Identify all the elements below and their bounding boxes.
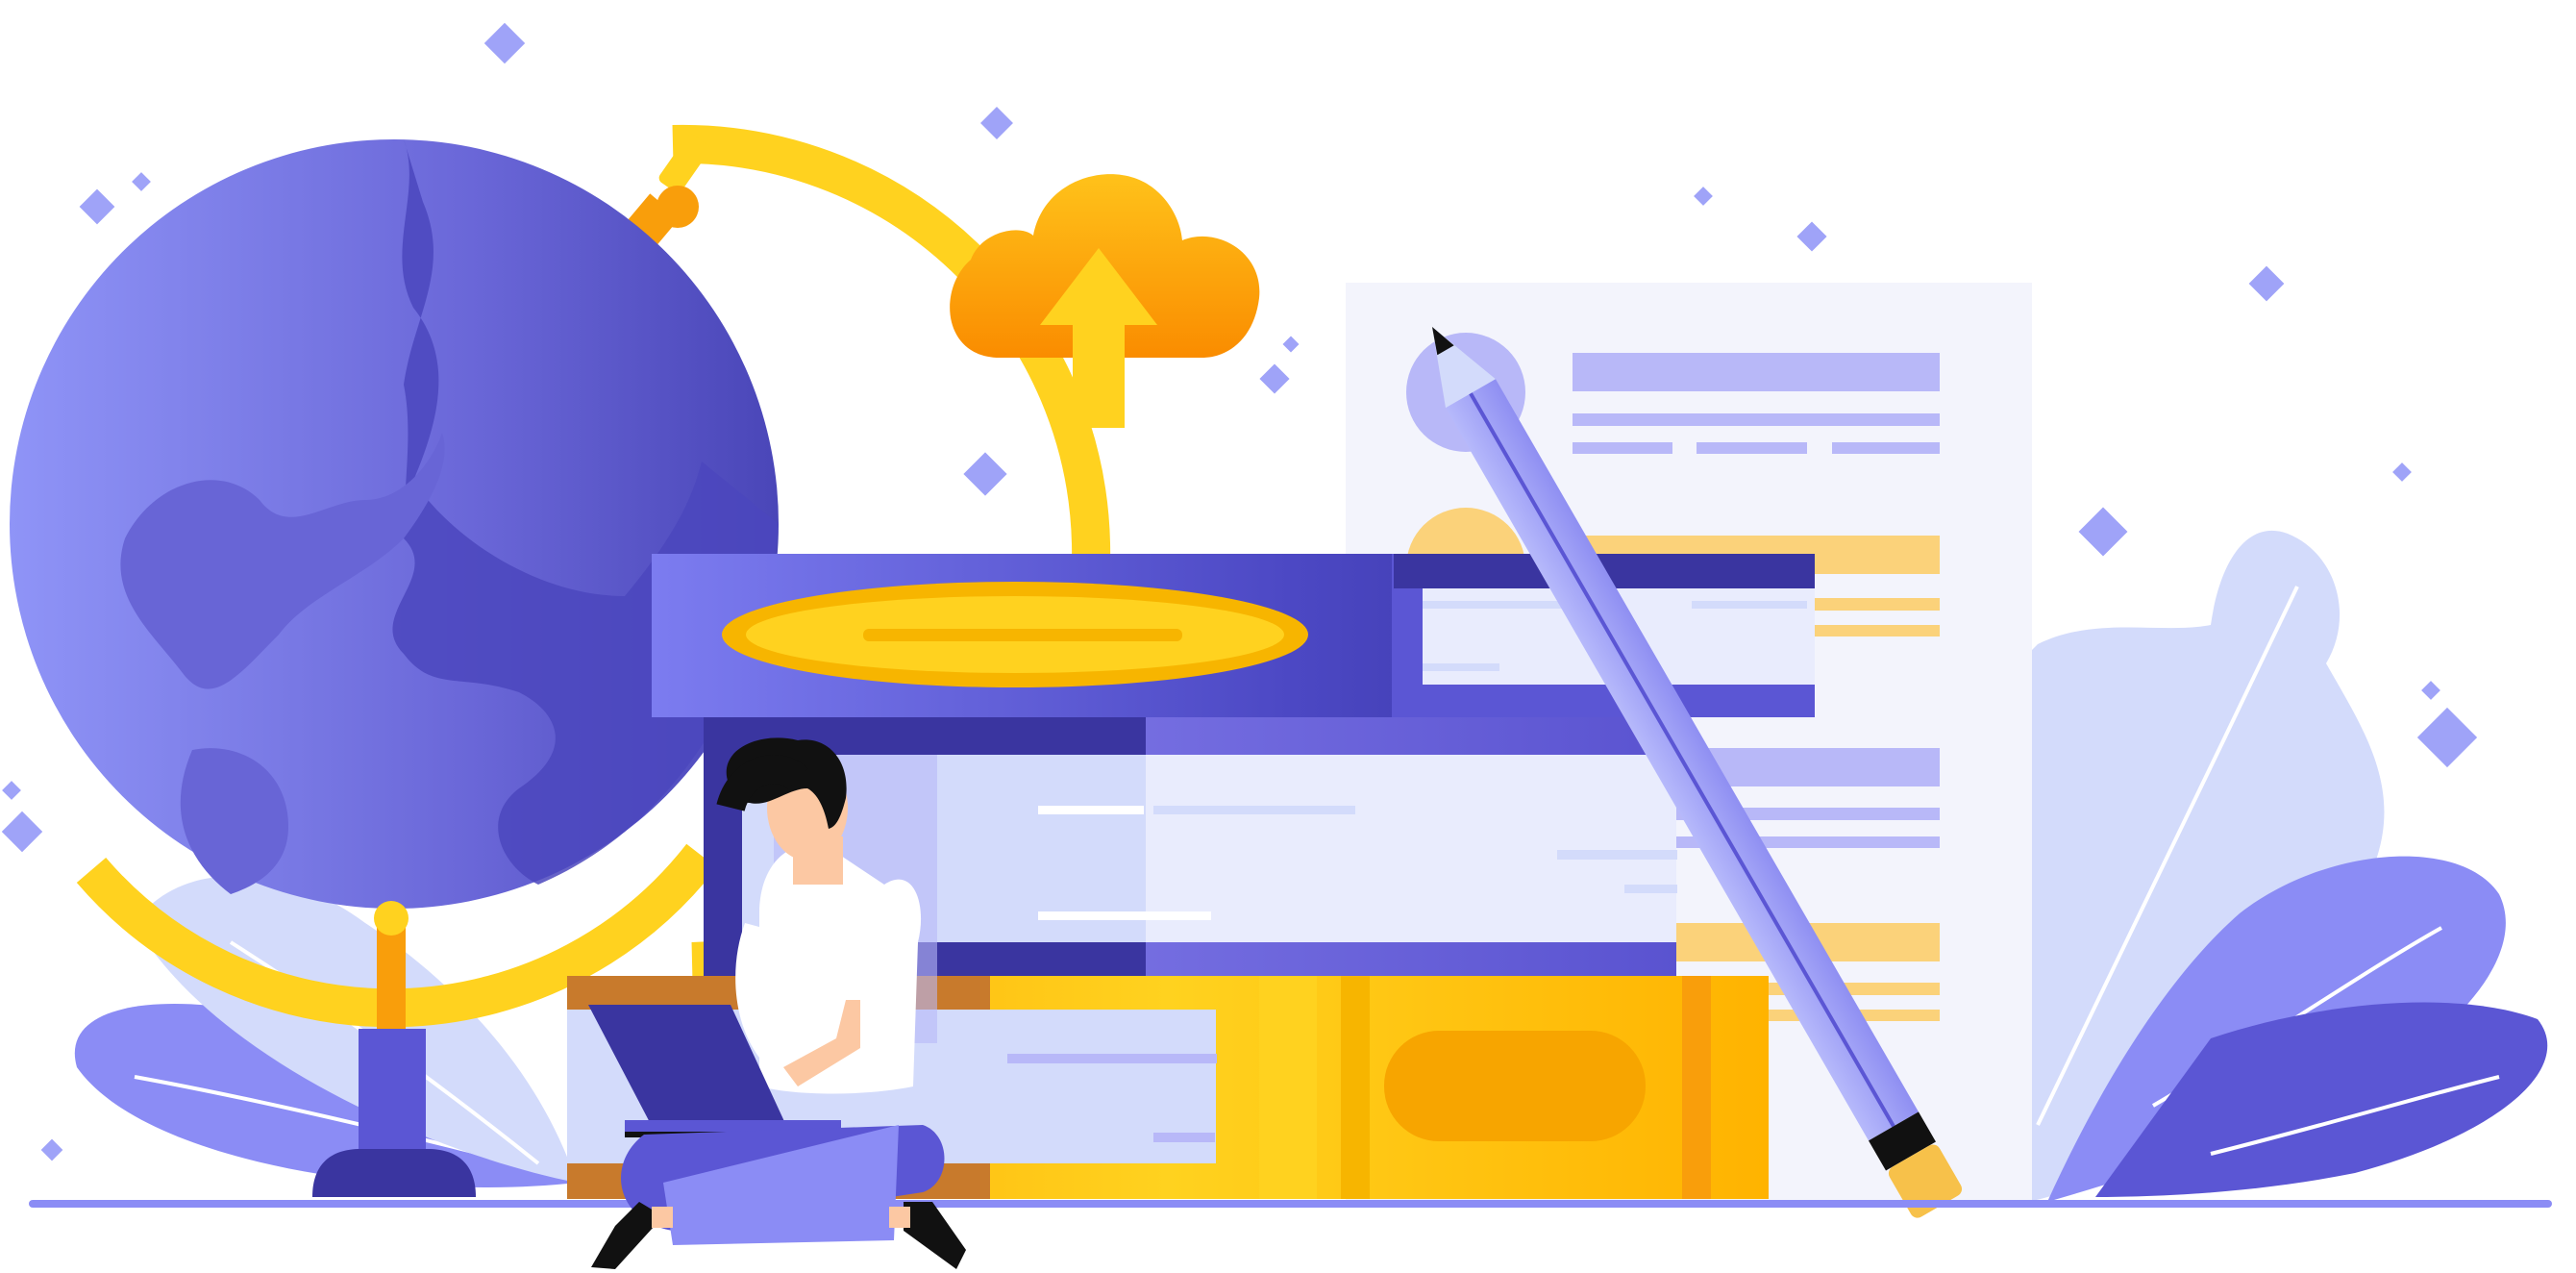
illustration-scene: [0, 0, 2576, 1273]
upload-cloud-icon: [950, 174, 1260, 428]
illustration-canvas: [1, 22, 2552, 1269]
leaf-plant-right: [2028, 530, 2548, 1202]
ground-line: [29, 1200, 2552, 1208]
